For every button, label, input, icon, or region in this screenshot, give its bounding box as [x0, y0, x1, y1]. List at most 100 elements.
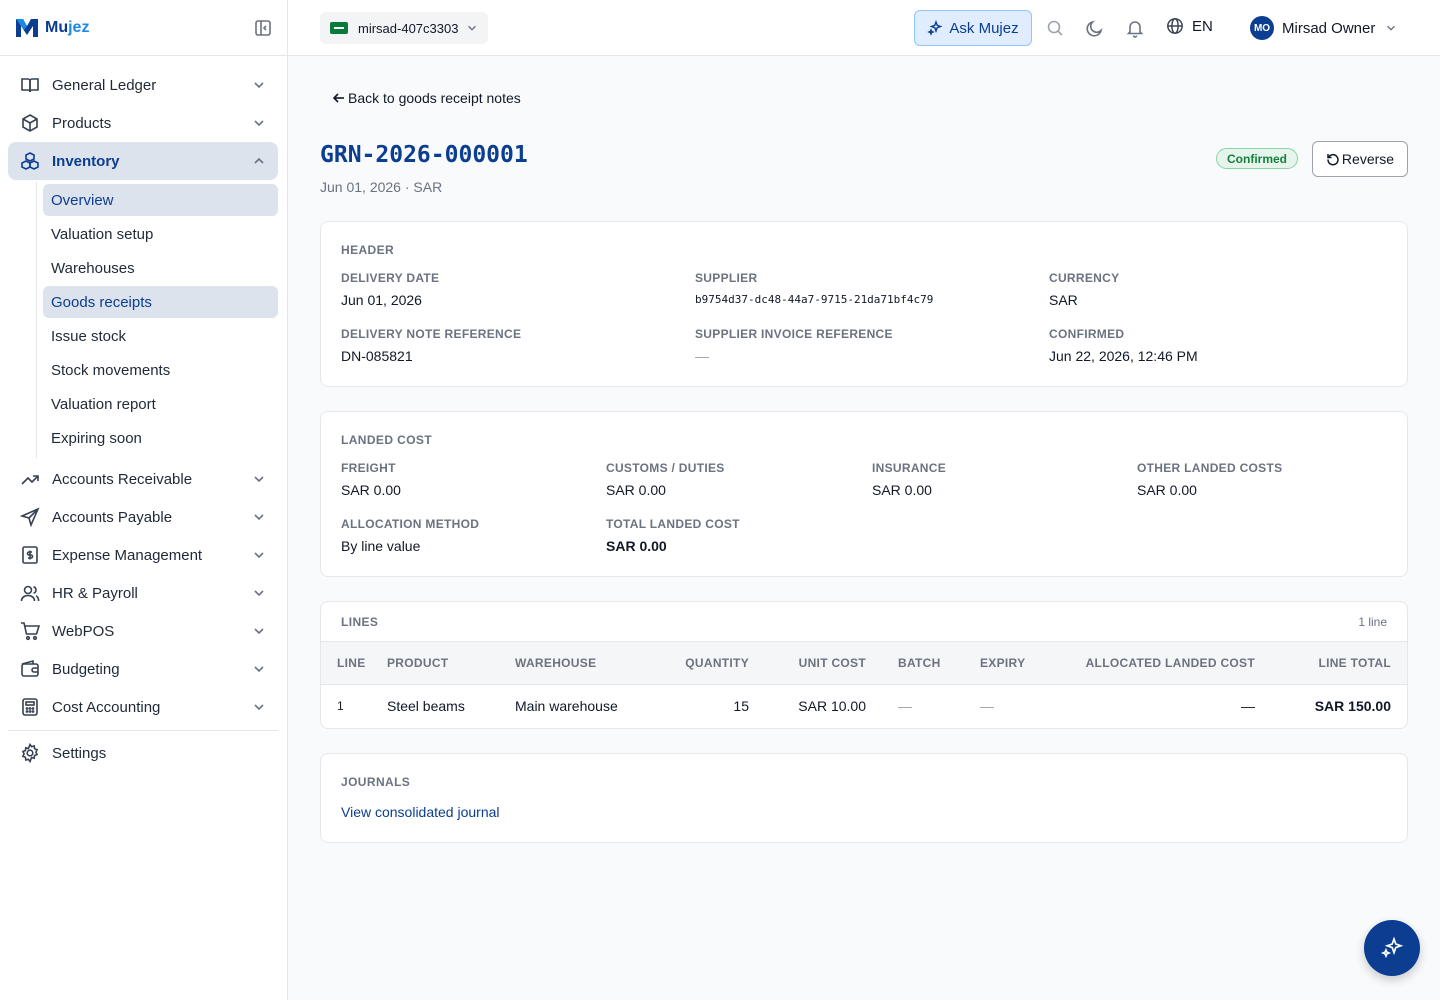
column-header[interactable]: LINE	[321, 642, 387, 685]
card-title: JOURNALS	[341, 775, 411, 789]
reverse-label: Reverse	[1341, 151, 1395, 167]
sidebar-subitem-warehouses[interactable]: Warehouses	[43, 252, 278, 284]
sidebar-subitem-issue-stock[interactable]: Issue stock	[43, 320, 278, 352]
warehouse-cell: Main warehouse	[515, 697, 618, 714]
freight-label: FREIGHT	[341, 461, 396, 475]
chevron-down-icon	[254, 704, 264, 711]
sidebar-item-accounts-receivable[interactable]: Accounts Receivable	[8, 460, 278, 498]
batch-cell: —	[898, 697, 912, 714]
supplier-label: SUPPLIER	[695, 271, 758, 285]
sidebar-subitem-valuation-setup[interactable]: Valuation setup	[43, 218, 278, 250]
sidebar-item-hr-payroll[interactable]: HR & Payroll	[8, 574, 278, 612]
chevron-down-icon	[1387, 25, 1396, 31]
card-title: LANDED COST	[341, 433, 433, 447]
cubes-icon	[21, 152, 39, 170]
reverse-button[interactable]: Reverse	[1312, 141, 1408, 177]
wallet-icon	[21, 659, 39, 677]
user-menu[interactable]: MO Mirsad Owner	[1250, 16, 1397, 40]
table-row[interactable]: 1 Steel beams Main warehouse 15 SAR 10.0…	[321, 684, 1407, 727]
chevron-down-icon	[254, 552, 264, 559]
sidebar-item-budgeting[interactable]: Budgeting	[8, 650, 278, 688]
customs-value: SAR 0.00	[606, 482, 666, 498]
sidebar-item-label: Accounts Receivable	[52, 470, 193, 488]
column-header[interactable]: BATCH	[866, 642, 980, 685]
moon-icon[interactable]	[1085, 18, 1105, 38]
column-header[interactable]: UNIT COST	[749, 642, 866, 685]
sparkles-icon	[1380, 936, 1404, 959]
mujez-logo-icon[interactable]	[14, 15, 40, 41]
allocation-method-value: By line value	[341, 538, 421, 554]
sidebar-item-general-ledger[interactable]: General Ledger	[8, 66, 278, 104]
column-header[interactable]: QUANTITY	[645, 642, 749, 685]
bell-icon[interactable]	[1125, 18, 1145, 38]
sidebar-item-label: Inventory	[52, 152, 120, 170]
column-header[interactable]: ALLOCATED LANDED COST	[1030, 642, 1255, 685]
assistant-fab-button[interactable]	[1364, 920, 1420, 976]
chevron-up-icon	[254, 157, 264, 164]
currency-value: SAR	[1049, 292, 1078, 308]
book-icon	[21, 78, 39, 93]
lines-header: LINES 1 line	[321, 602, 1407, 642]
confirmed-label: CONFIRMED	[1049, 327, 1125, 341]
globe-icon	[1167, 18, 1183, 34]
ask-mujez-button[interactable]: Ask Mujez	[914, 10, 1032, 46]
other-landed-value: SAR 0.00	[1137, 482, 1197, 498]
total-landed-value: SAR 0.00	[606, 538, 667, 554]
sidebar: Mujez General Ledger Products Inventory …	[0, 0, 288, 1000]
org-switcher[interactable]: mirsad-407c3303	[320, 12, 489, 44]
header-card: HEADER DELIVERY DATE Jun 01, 2026 SUPPLI…	[320, 221, 1408, 387]
chevron-down-icon	[254, 590, 264, 597]
line-number-cell: 1	[337, 698, 344, 713]
arrow-left-icon	[332, 93, 344, 103]
ask-mujez-label: Ask Mujez	[949, 19, 1019, 37]
chevron-down-icon	[254, 120, 264, 127]
insurance-value: SAR 0.00	[872, 482, 932, 498]
sidebar-nav: General Ledger Products Inventory Overvi…	[0, 56, 287, 772]
sidebar-item-inventory[interactable]: Inventory	[8, 142, 278, 180]
sidebar-subitem-valuation-report[interactable]: Valuation report	[43, 388, 278, 420]
calculator-icon	[22, 698, 38, 716]
sidebar-item-cost-accounting[interactable]: Cost Accounting	[8, 688, 278, 726]
sidebar-item-accounts-payable[interactable]: Accounts Payable	[8, 498, 278, 536]
chevron-down-icon	[254, 666, 264, 673]
freight-value: SAR 0.00	[341, 482, 401, 498]
card-title: LINES	[341, 614, 379, 629]
sidebar-item-products[interactable]: Products	[8, 104, 278, 142]
lines-table: LINE PRODUCT WAREHOUSE QUANTITY UNIT COS…	[321, 642, 1407, 727]
lines-count: 1 line	[1358, 614, 1387, 629]
allocated-landed-cost-cell: —	[1241, 697, 1255, 714]
delivery-date-value: Jun 01, 2026	[341, 292, 422, 308]
sidebar-item-label: Products	[52, 114, 112, 132]
journals-card: JOURNALS View consolidated journal	[320, 753, 1408, 843]
landed-cost-card: LANDED COST FREIGHT SAR 0.00 CUSTOMS / D…	[320, 411, 1408, 577]
cart-icon	[21, 622, 40, 641]
column-header[interactable]: LINE TOTAL	[1255, 642, 1407, 685]
supplier-invoice-ref-value: —	[695, 348, 709, 364]
sidebar-collapse-icon[interactable]	[253, 18, 273, 38]
send-icon	[20, 507, 40, 527]
sidebar-item-label: Accounts Payable	[52, 508, 173, 526]
allocation-method-label: ALLOCATION METHOD	[341, 517, 480, 531]
sidebar-subitem-goods-receipts[interactable]: Goods receipts	[43, 286, 278, 318]
view-consolidated-journal-link[interactable]: View consolidated journal	[341, 804, 500, 820]
column-header[interactable]: PRODUCT	[387, 642, 515, 685]
column-header[interactable]: EXPIRY	[980, 642, 1030, 685]
sidebar-item-settings[interactable]: Settings	[8, 734, 278, 772]
table-header-row: LINE PRODUCT WAREHOUSE QUANTITY UNIT COS…	[321, 642, 1407, 685]
column-header[interactable]: WAREHOUSE	[515, 642, 645, 685]
language-switcher[interactable]: EN	[1166, 17, 1213, 35]
sidebar-item-expense-management[interactable]: Expense Management	[8, 536, 278, 574]
sidebar-item-label: WebPOS	[52, 622, 115, 640]
back-link[interactable]: Back to goods receipt notes	[332, 90, 521, 106]
search-icon[interactable]	[1045, 18, 1065, 38]
lines-card: LINES 1 line LINE PRODUCT WAREHOUSE QUAN…	[320, 601, 1408, 729]
sidebar-subitem-stock-movements[interactable]: Stock movements	[43, 354, 278, 386]
sidebar-subitem-overview[interactable]: Overview	[43, 184, 278, 216]
sidebar-subitem-expiring-soon[interactable]: Expiring soon	[43, 422, 278, 454]
inventory-submenu: Overview Valuation setup Warehouses Good…	[30, 180, 287, 460]
supplier-invoice-ref-label: SUPPLIER INVOICE REFERENCE	[695, 327, 893, 341]
brand-bar: Mujez	[0, 0, 287, 56]
unit-cost-cell: SAR 10.00	[798, 697, 866, 714]
confirmed-value: Jun 22, 2026, 12:46 PM	[1049, 348, 1198, 364]
sidebar-item-webpos[interactable]: WebPOS	[8, 612, 278, 650]
